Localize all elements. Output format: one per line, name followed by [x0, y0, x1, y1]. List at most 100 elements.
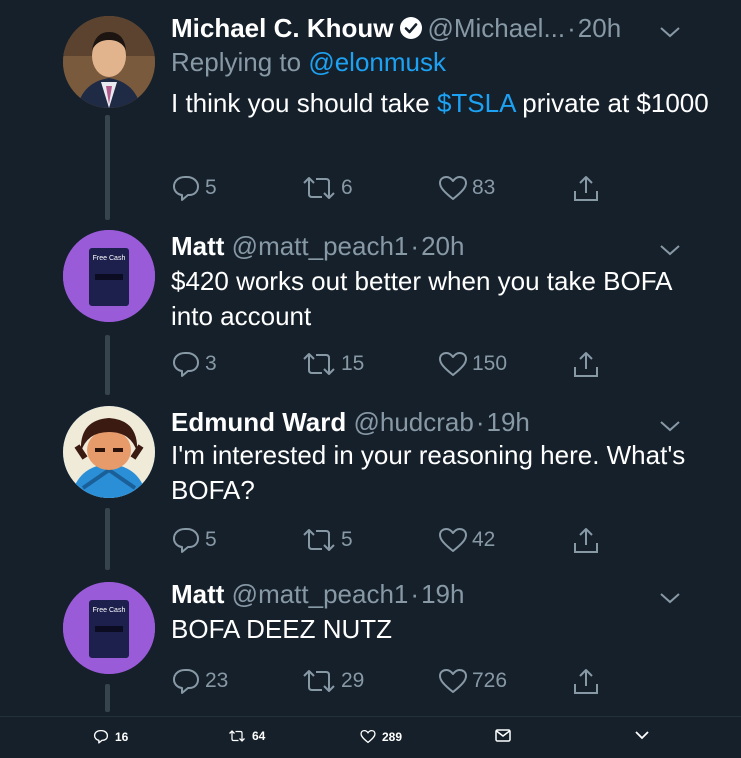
retweet-icon: [229, 730, 245, 742]
chevron-down-icon: [635, 731, 649, 740]
display-name[interactable]: Matt: [171, 231, 224, 261]
retweet-count: 29: [341, 669, 365, 692]
bottom-reply-button[interactable]: 16: [93, 729, 128, 744]
avatar[interactable]: Free Cash: [63, 230, 155, 322]
reply-button[interactable]: 5: [171, 174, 217, 202]
timestamp[interactable]: 19h: [421, 579, 464, 609]
reply-icon: [173, 176, 199, 201]
reply-count: 5: [205, 176, 217, 199]
avatar-image: Free Cash: [63, 582, 155, 674]
bottom-retweet-count: 64: [252, 729, 266, 743]
tweet-header: Edmund Ward @hudcrab·19h: [171, 406, 530, 438]
avatar[interactable]: Free Cash: [63, 582, 155, 674]
avatar-image: [63, 406, 155, 498]
separator-dot: ·: [475, 407, 485, 437]
chevron-down-icon[interactable]: [658, 24, 682, 40]
reply-context: Replying to @elonmusk: [171, 46, 446, 78]
retweet-button[interactable]: 5: [301, 526, 353, 554]
handle[interactable]: @Michael...: [427, 13, 565, 43]
share-icon: [574, 528, 598, 553]
separator-dot: ·: [410, 231, 420, 261]
avatar-photo: [63, 16, 155, 108]
share-button[interactable]: [571, 350, 601, 380]
retweet-count: 15: [341, 352, 365, 375]
timestamp[interactable]: 20h: [421, 231, 464, 261]
like-button[interactable]: 726: [438, 667, 507, 695]
retweet-icon: [303, 670, 335, 692]
retweet-count: 5: [341, 528, 353, 551]
tweet[interactable]: Edmund Ward @hudcrab·19h I'm interested …: [0, 402, 741, 572]
reply-count: 5: [205, 528, 217, 551]
reply-button[interactable]: 3: [171, 350, 217, 378]
heart-icon: [439, 352, 467, 376]
retweet-button[interactable]: 29: [301, 667, 364, 695]
bottom-action-bar: 16 64 289: [0, 716, 741, 758]
retweet-button[interactable]: 15: [301, 350, 364, 378]
tweet-actions: 5 6 83: [171, 174, 621, 204]
timestamp[interactable]: 20h: [578, 13, 621, 43]
avatar-text: Free Cash: [93, 607, 126, 614]
avatar[interactable]: [63, 16, 155, 108]
chevron-down-icon[interactable]: [658, 242, 682, 258]
tweet-text: $420 works out better when you take BOFA…: [171, 266, 672, 331]
chevron-down-icon[interactable]: [658, 590, 682, 606]
separator-dot: ·: [567, 13, 576, 43]
share-icon: [574, 352, 598, 377]
display-name[interactable]: Edmund Ward: [171, 407, 346, 437]
chevron-down-icon[interactable]: [658, 418, 682, 434]
like-count: 150: [472, 352, 508, 375]
like-count: 42: [472, 528, 496, 551]
tweet[interactable]: Free Cash Matt @matt_peach1·19h BOFA DEE…: [0, 578, 741, 708]
like-button[interactable]: 42: [438, 526, 495, 554]
handle[interactable]: @matt_peach1: [232, 231, 409, 261]
bottom-message-button[interactable]: [495, 729, 511, 742]
reply-button[interactable]: 5: [171, 526, 217, 554]
tweet-header: Matt @matt_peach1·19h: [171, 578, 464, 610]
cashtag-link[interactable]: $TSLA: [437, 88, 515, 118]
retweet-icon: [303, 177, 335, 199]
avatar-image: Free Cash: [63, 230, 155, 322]
separator-dot: ·: [410, 579, 420, 609]
tweet[interactable]: Free Cash Matt @matt_peach1·20h $420 wor…: [0, 226, 741, 396]
share-button[interactable]: [571, 526, 601, 556]
like-button[interactable]: 150: [438, 350, 507, 378]
handle[interactable]: @matt_peach1: [232, 579, 409, 609]
reply-prefix: Replying to: [171, 47, 302, 77]
bottom-retweet-button[interactable]: 64: [228, 729, 265, 743]
share-button[interactable]: [571, 667, 601, 697]
reply-icon: [173, 352, 199, 377]
tweet[interactable]: Michael C. Khouw @Michael...·20h Replying…: [0, 8, 741, 208]
tweet-text-part: I think you should take: [171, 88, 437, 118]
retweet-button[interactable]: 6: [301, 174, 353, 202]
heart-icon: [439, 528, 467, 552]
mention-link[interactable]: @elonmusk: [308, 47, 446, 77]
tweet-actions: 23 29 726: [171, 667, 621, 697]
handle[interactable]: @hudcrab: [353, 407, 473, 437]
like-count: 726: [472, 669, 508, 692]
verified-icon: [400, 17, 423, 39]
retweet-icon: [303, 529, 335, 551]
bottom-like-button[interactable]: 289: [360, 729, 402, 744]
tweet-header: Michael C. Khouw @Michael...·20h: [171, 12, 621, 44]
retweet-count: 6: [341, 176, 353, 199]
tweet-actions: 5 5 42: [171, 526, 621, 556]
tweet-text-part: private at $1000: [515, 88, 709, 118]
reply-button[interactable]: 23: [171, 667, 228, 695]
bottom-like-count: 289: [382, 729, 403, 744]
avatar[interactable]: [63, 406, 155, 498]
heart-icon: [439, 669, 467, 693]
share-button[interactable]: [571, 174, 601, 204]
timestamp[interactable]: 19h: [487, 407, 530, 437]
reply-count: 3: [205, 352, 217, 375]
like-button[interactable]: 83: [438, 174, 495, 202]
share-icon: [574, 176, 598, 201]
display-name[interactable]: Michael C. Khouw: [171, 13, 393, 43]
reply-icon: [93, 729, 109, 744]
envelope-icon: [495, 729, 511, 742]
reply-icon: [173, 669, 199, 694]
bottom-more-button[interactable]: [634, 729, 650, 741]
tweet-text: I'm interested in your reasoning here. W…: [171, 440, 686, 505]
display-name[interactable]: Matt: [171, 579, 224, 609]
heart-icon: [439, 176, 467, 200]
retweet-icon: [303, 353, 335, 375]
